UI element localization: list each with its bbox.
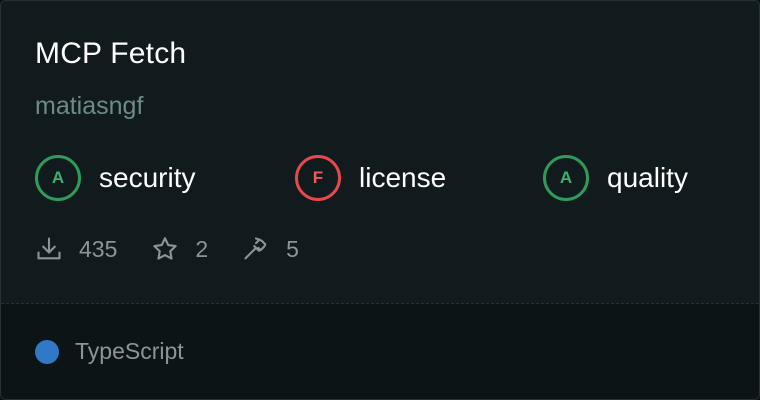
star-icon xyxy=(153,237,178,260)
download-icon xyxy=(37,237,61,260)
language-indicator: TypeScript xyxy=(35,338,184,365)
card-footer: TypeScript xyxy=(1,304,759,399)
grade-quality-label: quality xyxy=(607,162,688,193)
stars-count: 2 xyxy=(195,235,209,262)
hammer-icon xyxy=(244,237,267,260)
grade-quality: A quality xyxy=(543,155,688,201)
stats-row: 435 2 5 xyxy=(35,233,333,265)
card-title[interactable]: MCP Fetch xyxy=(35,35,186,73)
stat-stars: 2 xyxy=(151,235,208,263)
card-author[interactable]: matiasngf xyxy=(35,89,143,123)
tools-count: 5 xyxy=(286,235,299,262)
grade-license-badge: F xyxy=(295,155,341,201)
grade-quality-badge: A xyxy=(543,155,589,201)
grade-license: F license xyxy=(295,155,446,201)
stat-tools: 5 xyxy=(242,235,299,263)
grade-row: A security F license A quality xyxy=(1,155,759,201)
language-color-dot xyxy=(35,339,59,364)
grade-security: A security xyxy=(35,155,195,201)
grade-license-label: license xyxy=(359,162,447,193)
card-body: MCP Fetch matiasngf A security F license… xyxy=(1,1,759,303)
grade-security-label: security xyxy=(99,162,196,193)
server-card[interactable]: MCP Fetch matiasngf A security F license… xyxy=(0,0,760,400)
grade-security-badge: A xyxy=(35,155,81,201)
downloads-count: 435 xyxy=(79,235,118,262)
stat-downloads: 435 xyxy=(35,235,117,263)
language-label: TypeScript xyxy=(75,338,184,364)
